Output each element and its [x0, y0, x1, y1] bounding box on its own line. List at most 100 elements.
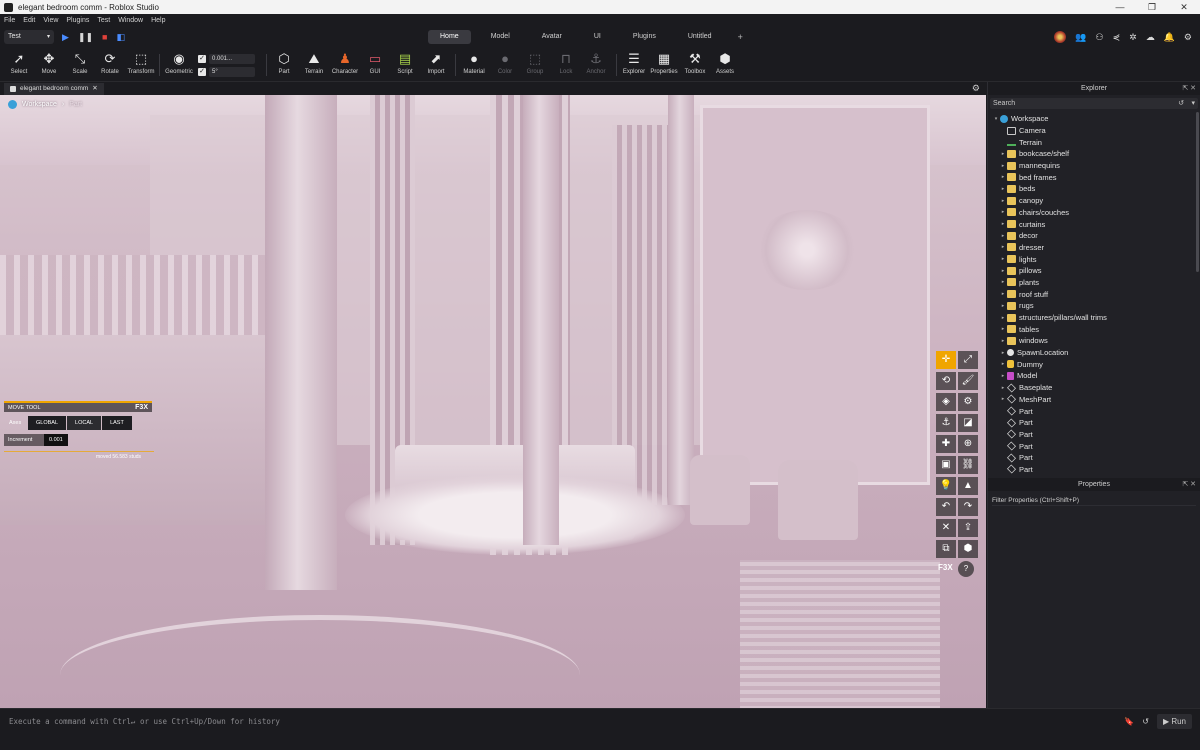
collaborators-icon[interactable]: 👥	[1075, 30, 1086, 44]
breadcrumb-part[interactable]: Part	[69, 101, 82, 108]
chevron-right-icon[interactable]: ▸	[999, 279, 1007, 285]
chevron-right-icon[interactable]: ▸	[999, 338, 1007, 344]
menu-view[interactable]: View	[43, 17, 58, 24]
snap-rotate-input[interactable]: 5°	[209, 66, 255, 77]
explorer-item[interactable]: ▸ beds	[988, 183, 1200, 195]
chevron-right-icon[interactable]: ▸	[999, 244, 1007, 250]
chevron-right-icon[interactable]: ▸	[999, 396, 1007, 402]
f3x-anchor-tool-icon[interactable]: ⚓	[936, 414, 956, 432]
tool-select[interactable]: ➚ Select	[2, 51, 36, 75]
insert-terrain[interactable]: ⛰ Terrain	[297, 51, 331, 75]
chevron-right-icon[interactable]: ▸	[999, 291, 1007, 297]
tool-rotate[interactable]: ⟳ Rotate	[93, 51, 127, 75]
snap-move-checkbox[interactable]: ✓	[198, 54, 206, 63]
explorer-item[interactable]: ▸ Baseplate	[988, 382, 1200, 394]
insert-script[interactable]: ▤ Script	[388, 51, 422, 75]
panel-controls-icon[interactable]: ⇱ ✕	[1182, 478, 1196, 491]
chevron-right-icon[interactable]: ▸	[999, 221, 1007, 227]
insert-part[interactable]: ⬡ Part	[267, 51, 301, 75]
close-icon[interactable]: ✕	[92, 83, 97, 95]
breadcrumb-workspace[interactable]: Workspace	[22, 101, 57, 108]
viewport-settings-icon[interactable]: ⚙	[972, 83, 980, 94]
f3x-surface-tool-icon[interactable]: ◈	[936, 393, 956, 411]
f3x-collision-tool-icon[interactable]: ◪	[958, 414, 978, 432]
explorer-item[interactable]: ▸ MeshPart	[988, 394, 1200, 406]
increment-input[interactable]: 0.001	[44, 434, 68, 446]
explorer-item[interactable]: ▸ bed frames	[988, 171, 1200, 183]
chevron-right-icon[interactable]: ▸	[999, 315, 1007, 321]
command-input[interactable]: Execute a command with Ctrl↵ or use Ctrl…	[4, 714, 1114, 729]
f3x-rotate-tool-icon[interactable]: ⟲	[936, 372, 956, 390]
chevron-right-icon[interactable]: ▸	[999, 385, 1007, 391]
f3x-lighting-tool-icon[interactable]: 💡	[936, 477, 956, 495]
explorer-scrollbar[interactable]	[1196, 112, 1199, 272]
explorer-item[interactable]: ▸ rugs	[988, 300, 1200, 312]
notifications-icon[interactable]: 🔔	[1164, 30, 1175, 44]
history-icon[interactable]: ↺	[1178, 98, 1184, 109]
f3x-paint-tool-icon[interactable]: 🖌	[958, 372, 978, 390]
explorer-item[interactable]: ▾ Workspace	[988, 113, 1200, 125]
panel-controls-icon[interactable]: ⇱ ✕	[1182, 82, 1196, 95]
document-tab[interactable]: elegant bedroom comm ✕	[4, 83, 104, 95]
assets-toggle[interactable]: ⬢ Assets	[708, 51, 742, 75]
explorer-item[interactable]: ▸ plants	[988, 277, 1200, 289]
chevron-right-icon[interactable]: ▸	[999, 163, 1007, 169]
tab-plugins[interactable]: Plugins	[621, 30, 668, 44]
explorer-item[interactable]: ▸ Model	[988, 370, 1200, 382]
explorer-item[interactable]: ▸ mannequins	[988, 160, 1200, 172]
tool-move[interactable]: ✥ Move	[32, 51, 66, 75]
chevron-right-icon[interactable]: ▸	[999, 186, 1007, 192]
material-button[interactable]: ● Material	[457, 51, 491, 75]
anchor-button[interactable]: ⚓ Anchor	[579, 51, 613, 75]
explorer-item[interactable]: Part	[988, 452, 1200, 464]
clone-icon[interactable]: ⧉	[936, 540, 956, 558]
help-icon[interactable]: ?	[958, 561, 974, 577]
add-tab-button[interactable]: +	[738, 30, 743, 44]
f3x-move-tool-icon[interactable]: ✛	[936, 351, 956, 369]
delete-icon[interactable]: ✕	[936, 519, 956, 537]
stop-icon[interactable]: ■	[102, 32, 107, 42]
chevron-right-icon[interactable]: ▸	[999, 303, 1007, 309]
tab-model[interactable]: Model	[479, 30, 522, 44]
chevron-right-icon[interactable]: ▸	[999, 350, 1007, 356]
chevron-right-icon[interactable]: ▸	[999, 198, 1007, 204]
f3x-decorate-tool-icon[interactable]: ▲	[958, 477, 978, 495]
menu-window[interactable]: Window	[118, 17, 143, 24]
client-server-icon[interactable]: ◧	[116, 32, 125, 42]
mode-dropdown[interactable]: Test ▾	[4, 30, 54, 44]
export-icon[interactable]: ⇪	[958, 519, 978, 537]
menu-file[interactable]: File	[4, 17, 15, 24]
share-icon[interactable]: ⋞	[1113, 30, 1121, 44]
snap-move-input[interactable]: 0.001...	[209, 53, 255, 64]
tab-untitled[interactable]: Untitled	[676, 30, 724, 44]
explorer-item[interactable]: ▸ bookcase/shelf	[988, 148, 1200, 160]
play-icon[interactable]: ▶	[62, 32, 69, 42]
maximize-button[interactable]: ❐	[1136, 0, 1168, 14]
explorer-item[interactable]: ▸ lights	[988, 253, 1200, 265]
menu-help[interactable]: Help	[151, 17, 165, 24]
insert-gui[interactable]: ▭ GUI	[358, 51, 392, 75]
menu-test[interactable]: Test	[97, 17, 110, 24]
chevron-right-icon[interactable]: ▸	[999, 361, 1007, 367]
f3x-texture-tool-icon[interactable]: ▣	[936, 456, 956, 474]
3d-viewport[interactable]: Workspace › Part MOVE TOOL F3X Axes GLOB…	[0, 95, 986, 708]
chevron-right-icon[interactable]: ▸	[999, 373, 1007, 379]
toolbox-toggle[interactable]: ⚒ Toolbox	[678, 51, 712, 75]
chevron-right-icon[interactable]: ▸	[999, 174, 1007, 180]
redo-icon[interactable]: ↷	[958, 498, 978, 516]
explorer-item[interactable]: Part	[988, 417, 1200, 429]
explorer-item[interactable]: ▸ windows	[988, 335, 1200, 347]
tab-avatar[interactable]: Avatar	[530, 30, 574, 44]
explorer-item[interactable]: Part	[988, 405, 1200, 417]
chevron-right-icon[interactable]: ▸	[999, 268, 1007, 274]
extensions-icon[interactable]: ✲	[1129, 30, 1137, 44]
properties-toggle[interactable]: ▦ Properties	[647, 51, 681, 75]
menu-edit[interactable]: Edit	[23, 17, 35, 24]
chevron-right-icon[interactable]: ▸	[999, 326, 1007, 332]
chevron-right-icon[interactable]: ▸	[999, 209, 1007, 215]
f3x-new-part-tool-icon[interactable]: ✚	[936, 435, 956, 453]
settings-icon[interactable]: ⚙	[1184, 30, 1192, 44]
f3x-mesh-tool-icon[interactable]: ⊕	[958, 435, 978, 453]
pause-icon[interactable]: ❚❚	[78, 32, 93, 42]
explorer-item[interactable]: Terrain	[988, 136, 1200, 148]
